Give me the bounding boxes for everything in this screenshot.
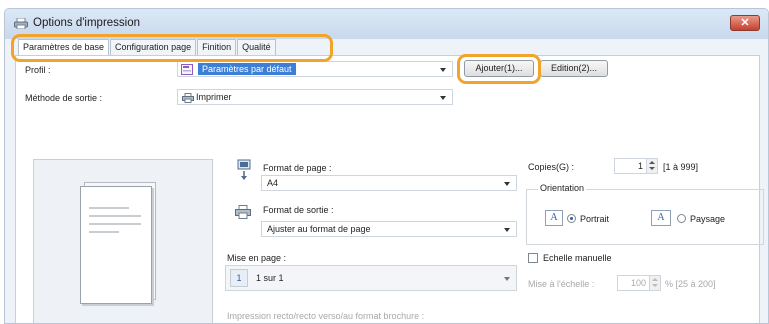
preview-page bbox=[80, 186, 152, 304]
profile-value: Paramètres par défaut bbox=[198, 63, 296, 75]
edit-button[interactable]: Edition(2)... bbox=[540, 60, 608, 77]
close-icon: ✕ bbox=[740, 17, 750, 29]
chevron-down-icon bbox=[504, 277, 510, 281]
tab-strip: Paramètres de base Configuration page Fi… bbox=[18, 39, 277, 56]
title-bar: Options d'impression ✕ bbox=[5, 9, 768, 39]
scale-spinner[interactable]: 100 bbox=[617, 275, 661, 291]
page-size-dropdown[interactable]: A4 bbox=[261, 175, 517, 191]
tab-quality[interactable]: Qualité bbox=[237, 39, 276, 55]
spinner-arrows-icon[interactable] bbox=[646, 159, 657, 173]
chevron-down-icon bbox=[440, 96, 446, 100]
layout-label: Mise en page : bbox=[227, 253, 287, 263]
preview-text-line bbox=[89, 223, 141, 225]
output-size-label: Format de sortie : bbox=[263, 205, 334, 215]
duplex-label: Impression recto/recto verso/au format b… bbox=[227, 311, 425, 321]
printer-icon bbox=[14, 18, 28, 29]
output-method-dropdown[interactable]: Imprimer bbox=[177, 89, 453, 105]
printer-icon bbox=[182, 93, 194, 103]
page-size-label: Format de page : bbox=[263, 163, 332, 173]
orientation-legend: Orientation bbox=[538, 183, 587, 193]
chevron-down-icon bbox=[504, 182, 510, 186]
tab-basic-settings[interactable]: Paramètres de base bbox=[18, 39, 110, 56]
window-title: Options d'impression bbox=[33, 17, 141, 29]
landscape-label: Paysage bbox=[690, 214, 726, 224]
page-preview bbox=[33, 159, 213, 323]
preview-text-line bbox=[89, 231, 119, 233]
layout-value: 1 sur 1 bbox=[256, 273, 284, 283]
tab-finishing[interactable]: Finition bbox=[197, 39, 237, 55]
output-method-value: Imprimer bbox=[196, 92, 232, 102]
scale-value: 100 bbox=[630, 278, 646, 288]
layout-icon: 1 bbox=[230, 269, 248, 287]
manual-scale-checkbox[interactable] bbox=[528, 253, 538, 263]
close-button[interactable]: ✕ bbox=[730, 15, 760, 31]
page-size-icon bbox=[237, 159, 251, 180]
output-size-dropdown[interactable]: Ajuster au format de page bbox=[261, 221, 517, 237]
page-size-value: A4 bbox=[267, 178, 279, 188]
output-method-label: Méthode de sortie : bbox=[25, 93, 103, 103]
copies-value: 1 bbox=[637, 161, 643, 171]
scale-label: Mise à l'échelle : bbox=[528, 279, 595, 289]
profile-dropdown[interactable]: Paramètres par défaut bbox=[177, 61, 453, 77]
tab-page-setup[interactable]: Configuration page bbox=[110, 39, 197, 55]
output-size-icon bbox=[235, 205, 251, 219]
preview-text-line bbox=[89, 215, 141, 217]
scale-range: % [25 à 200] bbox=[665, 279, 716, 289]
portrait-label: Portrait bbox=[580, 214, 610, 224]
landscape-icon: A bbox=[651, 210, 671, 226]
portrait-icon: A bbox=[545, 210, 563, 226]
landscape-radio[interactable] bbox=[677, 214, 686, 223]
copies-range: [1 à 999] bbox=[663, 162, 699, 172]
manual-scale-label: Echelle manuelle bbox=[543, 253, 612, 263]
print-options-window: Options d'impression ✕ Paramètres de bas… bbox=[4, 8, 769, 324]
profile-icon bbox=[181, 64, 193, 75]
output-size-value: Ajuster au format de page bbox=[267, 224, 371, 234]
portrait-radio[interactable] bbox=[567, 214, 576, 223]
chevron-down-icon bbox=[504, 228, 510, 232]
spinner-arrows-icon[interactable] bbox=[649, 276, 660, 290]
copies-spinner[interactable]: 1 bbox=[614, 158, 658, 174]
layout-dropdown[interactable]: 1 1 sur 1 bbox=[225, 265, 517, 291]
add-button[interactable]: Ajouter(1)... bbox=[464, 60, 534, 77]
preview-text-line bbox=[89, 207, 129, 209]
chevron-down-icon bbox=[440, 68, 446, 72]
copies-label: Copies(G) : bbox=[528, 162, 575, 172]
profile-label: Profil : bbox=[25, 65, 51, 75]
